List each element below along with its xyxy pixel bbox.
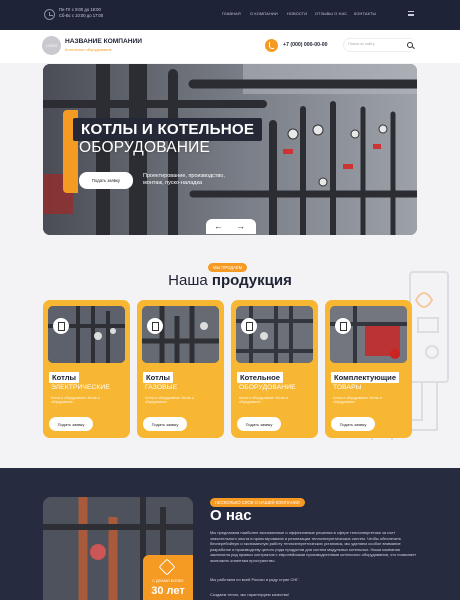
arrow-left-icon[interactable]: ← — [214, 222, 223, 231]
clock-icon — [44, 9, 55, 20]
product-request-button[interactable]: Подать заявку — [331, 417, 375, 431]
hours-weekend: Сб-Вс с 10:00 до 17:00 — [59, 13, 104, 18]
product-subtitle: ОБОРУДОВАНИЕ — [239, 384, 296, 391]
products-heading: Наша продукция — [0, 272, 460, 289]
search-icon[interactable] — [404, 39, 416, 51]
arrow-right-icon[interactable]: → — [236, 222, 245, 231]
hero-description: Проектирование, производство, монтаж, пу… — [143, 173, 225, 186]
product-description: Котлы и оборудование. Котлы и оборудован… — [51, 396, 100, 405]
product-image — [236, 306, 313, 363]
top-nav: Главная О компании Новости Отзывы о нас … — [222, 12, 384, 16]
product-subtitle: ТОВАРЫ — [333, 384, 362, 391]
nav-contacts[interactable]: Контакты — [354, 12, 384, 16]
product-card[interactable]: Котельное ОБОРУДОВАНИЕ Котлы и оборудова… — [231, 300, 318, 438]
product-title: Котлы — [143, 372, 174, 383]
product-title: Котлы — [49, 372, 80, 383]
nav-about[interactable]: О компании — [250, 12, 287, 16]
search-placeholder: Поиск по сайту — [348, 42, 375, 46]
nav-home[interactable]: Главная — [222, 12, 250, 16]
gas-boiler-icon — [147, 318, 163, 334]
nav-reviews[interactable]: Отзывы о нас — [315, 12, 354, 16]
product-image — [48, 306, 125, 363]
phone-icon[interactable] — [265, 39, 278, 52]
phone-number[interactable]: +7 (000) 000-00-00 — [283, 42, 328, 48]
equipment-icon — [241, 318, 257, 334]
hero-title: КОТЛЫ И КОТЕЛЬНОЕ — [73, 118, 263, 141]
about-heading: О нас — [210, 507, 252, 524]
product-request-button[interactable]: Подать заявку — [49, 417, 93, 431]
about-paragraph: Мы работаем по всей России и ряду стран … — [210, 577, 300, 582]
logo[interactable]: LOGO — [42, 36, 61, 55]
products-heading-bold: продукция — [211, 272, 292, 289]
about-badge: НЕСКОЛЬКО СЛОВ О НАШЕЙ КОМПАНИИ — [210, 498, 305, 507]
company-subtitle: Котельное оборудование — [65, 47, 112, 52]
experience-value: 30 лет — [151, 585, 185, 597]
product-request-button[interactable]: Подать заявку — [237, 417, 281, 431]
product-description: Котлы и оборудование. Котлы и оборудован… — [333, 396, 382, 405]
product-request-button[interactable]: Подать заявку — [143, 417, 187, 431]
product-image — [330, 306, 407, 363]
product-title: Котельное — [237, 372, 283, 383]
about-paragraph: Мы предлагаем наиболее экономичные и эфф… — [210, 530, 417, 563]
product-subtitle: ЭЛЕКТРИЧЕСКИЕ — [51, 384, 110, 391]
products-heading-light: Наша — [168, 272, 208, 289]
product-subtitle: ГАЗОВЫЕ — [145, 384, 178, 391]
product-description: Котлы и оборудование. Котлы и оборудован… — [239, 396, 288, 405]
company-name: НАЗВАНИЕ КОМПАНИИ — [65, 38, 142, 45]
hero-subtitle: ОБОРУДОВАНИЕ — [79, 139, 211, 156]
product-description: Котлы и оборудование. Котлы и оборудован… — [145, 396, 194, 405]
about-paragraph: Создаем тепло, мы гарантируем качество! — [210, 592, 290, 597]
experience-label: С ДНАМИ БОЛЕЕ — [152, 579, 184, 583]
product-title: Комплектующие — [331, 372, 400, 383]
nav-news[interactable]: Новости — [287, 12, 315, 16]
product-card[interactable]: Комплектующие ТОВАРЫ Котлы и оборудовани… — [325, 300, 412, 438]
product-image — [142, 306, 219, 363]
components-icon — [335, 318, 351, 334]
product-card[interactable]: Котлы ЭЛЕКТРИЧЕСКИЕ Котлы и оборудование… — [43, 300, 130, 438]
menu-icon[interactable] — [408, 11, 414, 16]
products-badge: МЫ ПРОДАЕМ — [208, 263, 248, 272]
working-hours: Пн-Пт с 9:00 до 18:00 Сб-Вс с 10:00 до 1… — [59, 7, 103, 19]
hero-request-button[interactable]: Подать заявку — [79, 172, 133, 189]
electric-boiler-icon — [53, 318, 69, 334]
product-card[interactable]: Котлы ГАЗОВЫЕ Котлы и оборудование. Котл… — [137, 300, 224, 438]
